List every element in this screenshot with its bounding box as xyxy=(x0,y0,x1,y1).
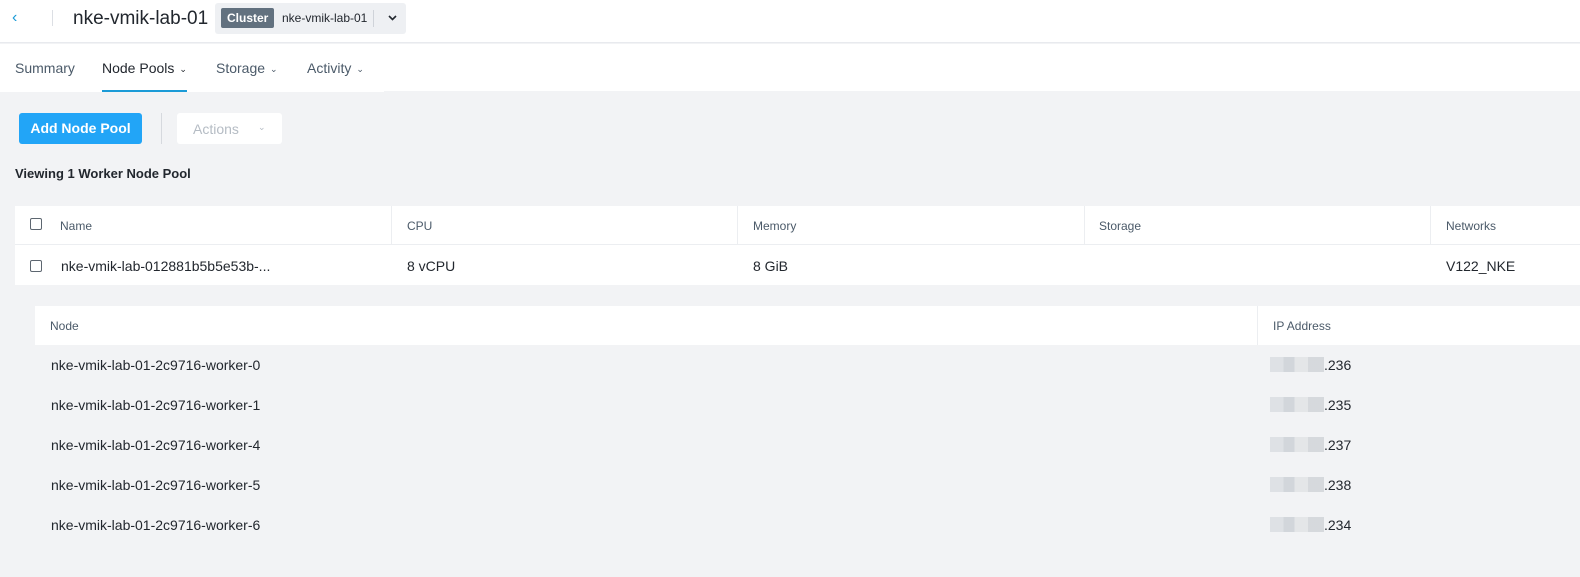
table-header: Node IP Address xyxy=(35,306,1580,345)
redacted-ip xyxy=(1270,397,1324,412)
node-ip: .235 xyxy=(1270,397,1351,413)
pool-memory: 8 GiB xyxy=(753,258,789,274)
node-table: Node IP Address nke-vmik-lab-01-2c9716-w… xyxy=(35,306,1580,546)
ip-suffix: .235 xyxy=(1324,397,1352,413)
row-checkbox[interactable] xyxy=(30,260,42,272)
tab-label: Node Pools xyxy=(102,60,175,76)
column-divider xyxy=(391,206,392,245)
table-row[interactable]: nke-vmik-lab-012881b5b5e53b-... 8 vCPU 8… xyxy=(15,245,1580,285)
column-divider xyxy=(737,206,738,245)
column-divider xyxy=(1084,206,1085,245)
node-name: nke-vmik-lab-01-2c9716-worker-0 xyxy=(51,357,261,373)
add-node-pool-button[interactable]: Add Node Pool xyxy=(19,113,142,144)
redacted-ip xyxy=(1270,517,1324,532)
pool-cpu: 8 vCPU xyxy=(407,258,456,274)
column-header-node[interactable]: Node xyxy=(50,319,79,333)
tab-label: Storage xyxy=(216,60,266,76)
chevron-down-icon: ⌄ xyxy=(356,64,364,74)
node-name: nke-vmik-lab-01-2c9716-worker-1 xyxy=(51,397,261,413)
select-all-checkbox[interactable] xyxy=(30,218,42,230)
pool-name[interactable]: nke-vmik-lab-012881b5b5e53b-... xyxy=(61,258,270,274)
chevron-down-icon: ⌄ xyxy=(179,64,187,74)
cluster-tag: Cluster xyxy=(221,8,275,28)
column-header-networks[interactable]: Networks xyxy=(1446,219,1496,233)
table-row: nke-vmik-lab-01-2c9716-worker-6 .234 xyxy=(35,505,1580,545)
table-row: nke-vmik-lab-01-2c9716-worker-4 .237 xyxy=(35,425,1580,465)
redacted-ip xyxy=(1270,437,1324,452)
redacted-ip xyxy=(1270,357,1324,372)
node-ip: .236 xyxy=(1270,357,1351,373)
tab-bar: Summary Node Pools ⌄ Storage ⌄ Activity ⌄ xyxy=(0,44,1580,92)
top-bar: ‹ nke-vmik-lab-01 Cluster nke-vmik-lab-0… xyxy=(0,0,1580,43)
chevron-down-icon: ⌄ xyxy=(258,122,266,132)
page-title: nke-vmik-lab-01 xyxy=(73,8,209,29)
node-name: nke-vmik-lab-01-2c9716-worker-4 xyxy=(51,437,261,453)
node-pool-table: Name CPU Memory Storage Networks nke-vmi… xyxy=(15,206,1580,285)
column-divider xyxy=(1257,306,1258,345)
ip-suffix: .236 xyxy=(1324,357,1352,373)
cluster-name[interactable]: nke-vmik-lab-01 xyxy=(282,11,367,25)
chevron-down-icon: ⌄ xyxy=(270,64,278,74)
tab-node-pools[interactable]: Node Pools ⌄ xyxy=(102,60,187,76)
column-divider xyxy=(1430,206,1431,245)
divider xyxy=(384,91,1580,92)
column-header-name[interactable]: Name xyxy=(60,219,92,233)
node-ip: .234 xyxy=(1270,517,1351,533)
column-header-cpu[interactable]: CPU xyxy=(407,219,432,233)
ip-suffix: .237 xyxy=(1324,437,1352,453)
table-header: Name CPU Memory Storage Networks xyxy=(15,206,1580,245)
column-header-ip-address[interactable]: IP Address xyxy=(1273,319,1331,333)
tab-activity[interactable]: Activity ⌄ xyxy=(307,60,364,76)
ip-suffix: .238 xyxy=(1324,477,1352,493)
column-header-memory[interactable]: Memory xyxy=(753,219,796,233)
active-tab-indicator xyxy=(102,90,187,92)
redacted-ip xyxy=(1270,477,1324,492)
actions-dropdown[interactable]: Actions ⌄ xyxy=(177,113,282,144)
table-row: nke-vmik-lab-01-2c9716-worker-5 .238 xyxy=(35,465,1580,505)
table-row: nke-vmik-lab-01-2c9716-worker-0 .236 xyxy=(35,345,1580,385)
pool-networks: V122_NKE xyxy=(1446,258,1516,274)
divider xyxy=(373,10,374,27)
table-row: nke-vmik-lab-01-2c9716-worker-1 .235 xyxy=(35,385,1580,425)
actions-label: Actions xyxy=(193,121,239,137)
ip-suffix: .234 xyxy=(1324,517,1352,533)
back-chevron-icon[interactable]: ‹ xyxy=(12,9,17,27)
tab-label: Activity xyxy=(307,60,352,76)
node-name: nke-vmik-lab-01-2c9716-worker-6 xyxy=(51,517,261,533)
tab-storage[interactable]: Storage ⌄ xyxy=(216,60,278,76)
column-header-storage[interactable]: Storage xyxy=(1099,219,1141,233)
divider xyxy=(52,10,53,26)
cluster-selector[interactable]: Cluster nke-vmik-lab-01 xyxy=(215,3,406,34)
tab-summary[interactable]: Summary xyxy=(15,60,75,76)
node-ip: .238 xyxy=(1270,477,1351,493)
chevron-down-icon[interactable] xyxy=(382,7,402,29)
node-ip: .237 xyxy=(1270,437,1351,453)
divider xyxy=(161,113,162,144)
tab-label: Summary xyxy=(15,60,75,76)
node-name: nke-vmik-lab-01-2c9716-worker-5 xyxy=(51,477,261,493)
viewing-count: Viewing 1 Worker Node Pool xyxy=(15,166,191,181)
